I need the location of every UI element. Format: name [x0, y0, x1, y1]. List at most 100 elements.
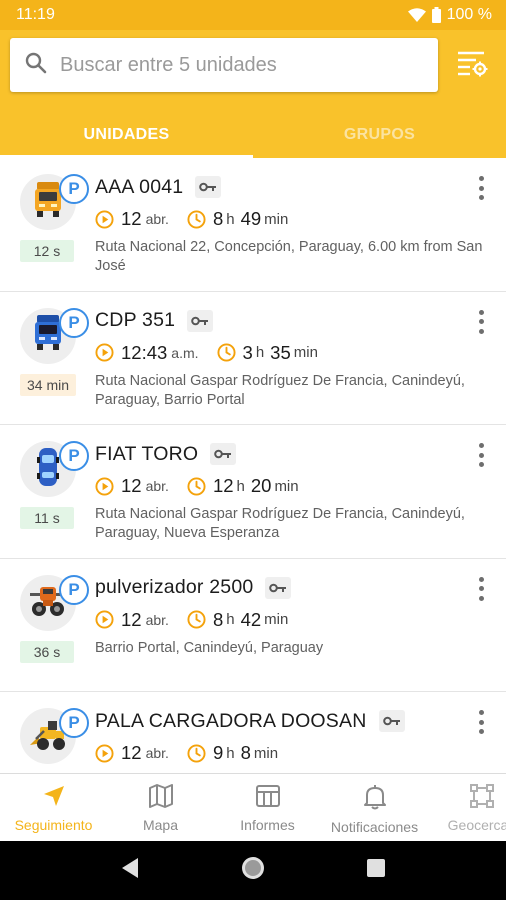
- age-text: 12 s: [33, 243, 61, 259]
- duration-minutes: 35: [270, 341, 291, 363]
- duration-hours: 3: [242, 341, 253, 363]
- play-circle-icon: [95, 610, 114, 629]
- tab-bar: UNIDADES GRUPOS: [0, 112, 506, 158]
- minutes-label: min: [264, 611, 289, 628]
- nav-label: Notificaciones: [330, 819, 419, 835]
- unit-row[interactable]: P 11 s FIAT TORO 12 abr. 12 h 20 min Rut…: [0, 425, 506, 559]
- nav-label: Informes: [240, 817, 295, 833]
- badge-letter: P: [68, 579, 80, 599]
- tab-label: GRUPOS: [343, 126, 416, 143]
- badge-letter: P: [68, 446, 80, 465]
- duration-hours: 8: [212, 608, 224, 630]
- unit-name: PALA CARGADORA DOOSAN: [95, 709, 367, 732]
- unit-row[interactable]: P 34 min CDP 351 12:43 a.m. 3 h 35 min R…: [0, 292, 506, 425]
- unit-info: 12 abr. 9 h 8 min: [95, 740, 284, 766]
- last-update-badge: 34 min: [20, 373, 76, 396]
- search-bar: [10, 38, 438, 92]
- unit-name: FIAT TORO: [95, 442, 199, 465]
- recents-icon[interactable]: [366, 858, 386, 883]
- unit-row[interactable]: P PALA CARGADORA DOOSAN 12 abr. 9 h 8 mi…: [0, 692, 506, 773]
- more-options-button[interactable]: [470, 309, 492, 334]
- age-text: 36 s: [33, 643, 61, 660]
- hours-label: h: [255, 344, 265, 361]
- nav-notificaciones[interactable]: Notificaciones: [321, 774, 428, 841]
- nav-mapa[interactable]: Mapa: [107, 774, 214, 841]
- dot: [478, 595, 484, 601]
- navigation-arrow-icon: [42, 784, 66, 811]
- badge-letter: P: [68, 713, 80, 732]
- unit-row[interactable]: P 12 s AAA 0041 12 abr. 8 h 49 min Ruta …: [0, 158, 506, 292]
- dot: [478, 176, 484, 181]
- nav-label: Mapa: [142, 817, 179, 833]
- parked-badge: P: [59, 708, 89, 738]
- battery-level: 100 %: [446, 6, 492, 23]
- dot: [478, 452, 484, 458]
- back-icon[interactable]: [120, 857, 140, 884]
- unit-title: AAA 0041: [95, 172, 222, 202]
- unit-name: CDP 351: [95, 309, 176, 331]
- geofence-icon: [469, 784, 495, 811]
- last-time-suffix: abr.: [145, 745, 169, 761]
- nav-label: Geocercas: [447, 817, 506, 833]
- last-time-value: 12: [121, 608, 142, 630]
- nav-geocercas[interactable]: Geocercas: [428, 774, 506, 841]
- duration-hours: 9: [212, 742, 224, 763]
- key-icon: [378, 710, 405, 732]
- bottom-navigation: Seguimiento Mapa Informes Notificaciones…: [0, 773, 506, 841]
- more-options-button[interactable]: [470, 443, 492, 467]
- minutes-label: min: [293, 344, 318, 361]
- hours-label: h: [226, 611, 235, 628]
- last-time-suffix: abr.: [145, 211, 169, 227]
- play-circle-icon: [95, 476, 114, 496]
- unit-address: Barrio Portal, Canindeyú, Paraguay: [95, 639, 324, 656]
- unit-row[interactable]: P 36 s pulverizador 2500 12 abr. 8 h 42 …: [0, 559, 506, 692]
- duration-minutes: 42: [240, 608, 262, 630]
- dot: [478, 719, 484, 725]
- car-icon: [37, 447, 59, 492]
- more-options-button[interactable]: [470, 576, 492, 601]
- search-input[interactable]: [60, 53, 420, 77]
- play-circle-icon: [95, 743, 114, 763]
- unit-name: AAA 0041: [95, 175, 184, 198]
- unit-info: 12 abr. 8 h 42 min: [95, 607, 294, 633]
- badge-letter: P: [68, 179, 80, 198]
- battery-icon: [431, 7, 441, 23]
- key-icon: [187, 309, 214, 332]
- status-bar: 11:19 100 %: [0, 0, 506, 30]
- play-circle-icon: [95, 209, 114, 229]
- hours-label: h: [236, 477, 245, 495]
- clock-icon: [187, 476, 206, 496]
- home-icon[interactable]: [240, 855, 266, 886]
- list-settings-button[interactable]: [452, 48, 492, 82]
- parked-badge: P: [59, 174, 89, 204]
- dot: [478, 443, 484, 448]
- unit-address: Ruta Nacional Gaspar Rodríguez De Franci…: [95, 372, 465, 408]
- map-icon: [148, 784, 174, 811]
- unit-title: pulverizador 2500: [95, 573, 292, 603]
- tab-grupos[interactable]: GRUPOS: [253, 112, 506, 158]
- more-options-button[interactable]: [470, 176, 492, 200]
- more-options-button[interactable]: [470, 710, 492, 734]
- unit-title: CDP 351: [95, 306, 214, 336]
- unit-info: 12 abr. 8 h 49 min: [95, 206, 294, 232]
- tab-label: UNIDADES: [83, 126, 170, 143]
- last-time-suffix: a.m.: [171, 344, 199, 361]
- clock-icon: [187, 209, 206, 229]
- wifi-icon: [407, 8, 426, 22]
- nav-seguimiento[interactable]: Seguimiento: [0, 774, 107, 841]
- nav-informes[interactable]: Informes: [214, 774, 321, 841]
- last-update-badge: 36 s: [20, 640, 74, 663]
- play-circle-icon: [95, 343, 114, 362]
- tab-unidades[interactable]: UNIDADES: [0, 112, 253, 158]
- nav-label: Seguimiento: [14, 817, 93, 833]
- last-update-badge: 12 s: [20, 240, 74, 262]
- badge-letter: P: [68, 312, 80, 332]
- search-icon: [24, 51, 48, 80]
- filter-settings-icon: [456, 49, 488, 82]
- dot: [478, 729, 484, 734]
- reports-icon: [255, 784, 281, 811]
- bell-icon: [363, 784, 387, 813]
- dot: [478, 576, 484, 582]
- clock-icon: [187, 610, 206, 629]
- dot: [478, 195, 484, 200]
